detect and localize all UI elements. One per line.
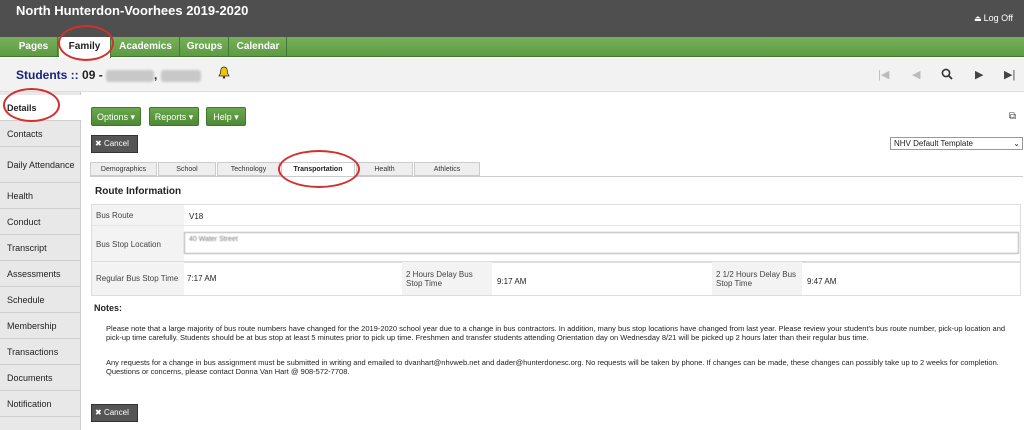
sidebar-item-daily-attendance[interactable]: Daily Attendance bbox=[0, 147, 81, 183]
annotation-circle-details bbox=[3, 88, 60, 122]
logoff-label: Log Off bbox=[983, 13, 1013, 23]
close-icon: ✖ bbox=[95, 139, 102, 148]
bus-route-value: V18 bbox=[189, 212, 204, 221]
top-nav: Pages Family Academics Groups Calendar bbox=[0, 37, 1024, 58]
cancel-button-top[interactable]: ✖ Cancel bbox=[91, 135, 138, 153]
delay25-time-label: 2 1/2 Hours Delay Bus Stop Time bbox=[712, 262, 802, 295]
annotation-circle-family bbox=[58, 25, 114, 61]
close-icon: ✖ bbox=[95, 408, 102, 417]
previous-record-icon[interactable]: ◀ bbox=[912, 68, 920, 81]
template-selected-value: NHV Default Template bbox=[894, 139, 973, 148]
subtab-athletics[interactable]: Athletics bbox=[414, 162, 480, 176]
alert-bell-icon[interactable] bbox=[218, 66, 230, 79]
first-record-icon[interactable]: |◀ bbox=[878, 68, 889, 81]
chevron-down-icon: ▾ bbox=[188, 112, 194, 122]
options-button[interactable]: Options ▾ bbox=[91, 107, 141, 126]
next-record-icon[interactable]: ▶ bbox=[975, 68, 983, 81]
help-label: Help bbox=[213, 112, 232, 122]
chevron-down-icon: ▾ bbox=[234, 112, 239, 122]
bus-stop-row: Bus Stop Location 40 Water Street bbox=[92, 226, 1022, 262]
sidebar-item-transactions[interactable]: Transactions bbox=[0, 339, 81, 365]
regular-time-value: 7:17 AM bbox=[187, 274, 217, 283]
delay2-time-value: 9:17 AM bbox=[497, 277, 527, 286]
students-link[interactable]: Students bbox=[16, 68, 67, 82]
options-label: Options bbox=[96, 112, 128, 122]
subtab-health[interactable]: Health bbox=[356, 162, 413, 176]
section-title: Route Information bbox=[95, 186, 182, 197]
student-name-redacted bbox=[106, 69, 155, 82]
last-record-icon[interactable]: ▶| bbox=[1004, 68, 1015, 81]
regular-time-label: Regular Bus Stop Time bbox=[92, 262, 184, 295]
sidebar-item-health[interactable]: Health bbox=[0, 183, 81, 209]
bus-route-row: Bus Route V18 bbox=[92, 205, 1022, 226]
breadcrumb-separator: :: bbox=[67, 68, 83, 82]
sidebar-item-schedule[interactable]: Schedule bbox=[0, 287, 81, 313]
reports-label: Reports bbox=[154, 112, 187, 122]
student-id: 09 - bbox=[82, 68, 103, 82]
delay25-time-value: 9:47 AM bbox=[807, 277, 837, 286]
annotation-circle-transportation bbox=[278, 150, 360, 188]
sidebar-item-contacts[interactable]: Contacts bbox=[0, 121, 81, 147]
sidebar-item-notification[interactable]: Notification bbox=[0, 391, 81, 417]
notes-paragraph-1: Please note that a large majority of bus… bbox=[106, 324, 1006, 342]
sidebar-item-conduct[interactable]: Conduct bbox=[0, 209, 81, 235]
sidebar-item-membership[interactable]: Membership bbox=[0, 313, 81, 339]
subtab-demographics[interactable]: Demographics bbox=[90, 162, 157, 176]
bus-route-label: Bus Route bbox=[92, 205, 184, 225]
student-title: Students :: 09 - , bbox=[16, 68, 201, 82]
search-icon[interactable] bbox=[941, 68, 953, 80]
student-firstname-redacted bbox=[160, 69, 201, 82]
delay2-time-label: 2 Hours Delay Bus Stop Time bbox=[402, 262, 492, 295]
route-fields: Bus Route V18 Bus Stop Location 40 Water… bbox=[91, 204, 1022, 263]
cancel-label: Cancel bbox=[103, 139, 129, 148]
subtab-divider bbox=[90, 176, 1023, 177]
subtab-technology[interactable]: Technology bbox=[217, 162, 280, 176]
app-title: North Hunterdon-Voorhees 2019-2020 bbox=[16, 3, 249, 18]
sidebar-item-transcript[interactable]: Transcript bbox=[0, 235, 81, 261]
notes-paragraph-2: Any requests for a change in bus assignm… bbox=[106, 358, 999, 376]
cancel-label: Cancel bbox=[103, 408, 129, 417]
tab-pages[interactable]: Pages bbox=[10, 37, 58, 57]
subtab-school[interactable]: School bbox=[158, 162, 216, 176]
help-button[interactable]: Help ▾ bbox=[206, 107, 246, 126]
chevron-down-icon: ▾ bbox=[130, 112, 136, 122]
cancel-button-bottom[interactable]: ✖ Cancel bbox=[91, 404, 138, 422]
tab-calendar[interactable]: Calendar bbox=[230, 37, 287, 57]
reports-button[interactable]: Reports ▾ bbox=[149, 107, 199, 126]
logoff-icon: ⏏ bbox=[974, 14, 982, 23]
sidebar-item-documents[interactable]: Documents bbox=[0, 365, 81, 391]
template-select[interactable]: NHV Default Template ⌄ bbox=[890, 137, 1023, 150]
logoff-link[interactable]: ⏏ Log Off bbox=[974, 13, 1013, 23]
chevron-down-icon: ⌄ bbox=[1013, 139, 1020, 148]
tab-academics[interactable]: Academics bbox=[112, 37, 180, 57]
app-header: North Hunterdon-Voorhees 2019-2020 ⏏ Log … bbox=[0, 0, 1024, 37]
notes-label: Notes: bbox=[94, 303, 123, 313]
bus-stop-label: Bus Stop Location bbox=[92, 226, 184, 262]
popout-icon[interactable]: ⧉ bbox=[1009, 111, 1016, 122]
sidebar-item-assessments[interactable]: Assessments bbox=[0, 261, 81, 287]
side-nav: Details Contacts Daily Attendance Health… bbox=[0, 92, 82, 430]
name-comma: , bbox=[154, 68, 158, 82]
main-content: Options ▾ Reports ▾ Help ▾ ⧉ ✖ Cancel NH… bbox=[82, 92, 1024, 430]
stop-times-row: Regular Bus Stop Time 7:17 AM 2 Hours De… bbox=[91, 261, 1021, 296]
bus-stop-field[interactable]: 40 Water Street bbox=[184, 232, 1019, 254]
tab-groups[interactable]: Groups bbox=[181, 37, 229, 57]
